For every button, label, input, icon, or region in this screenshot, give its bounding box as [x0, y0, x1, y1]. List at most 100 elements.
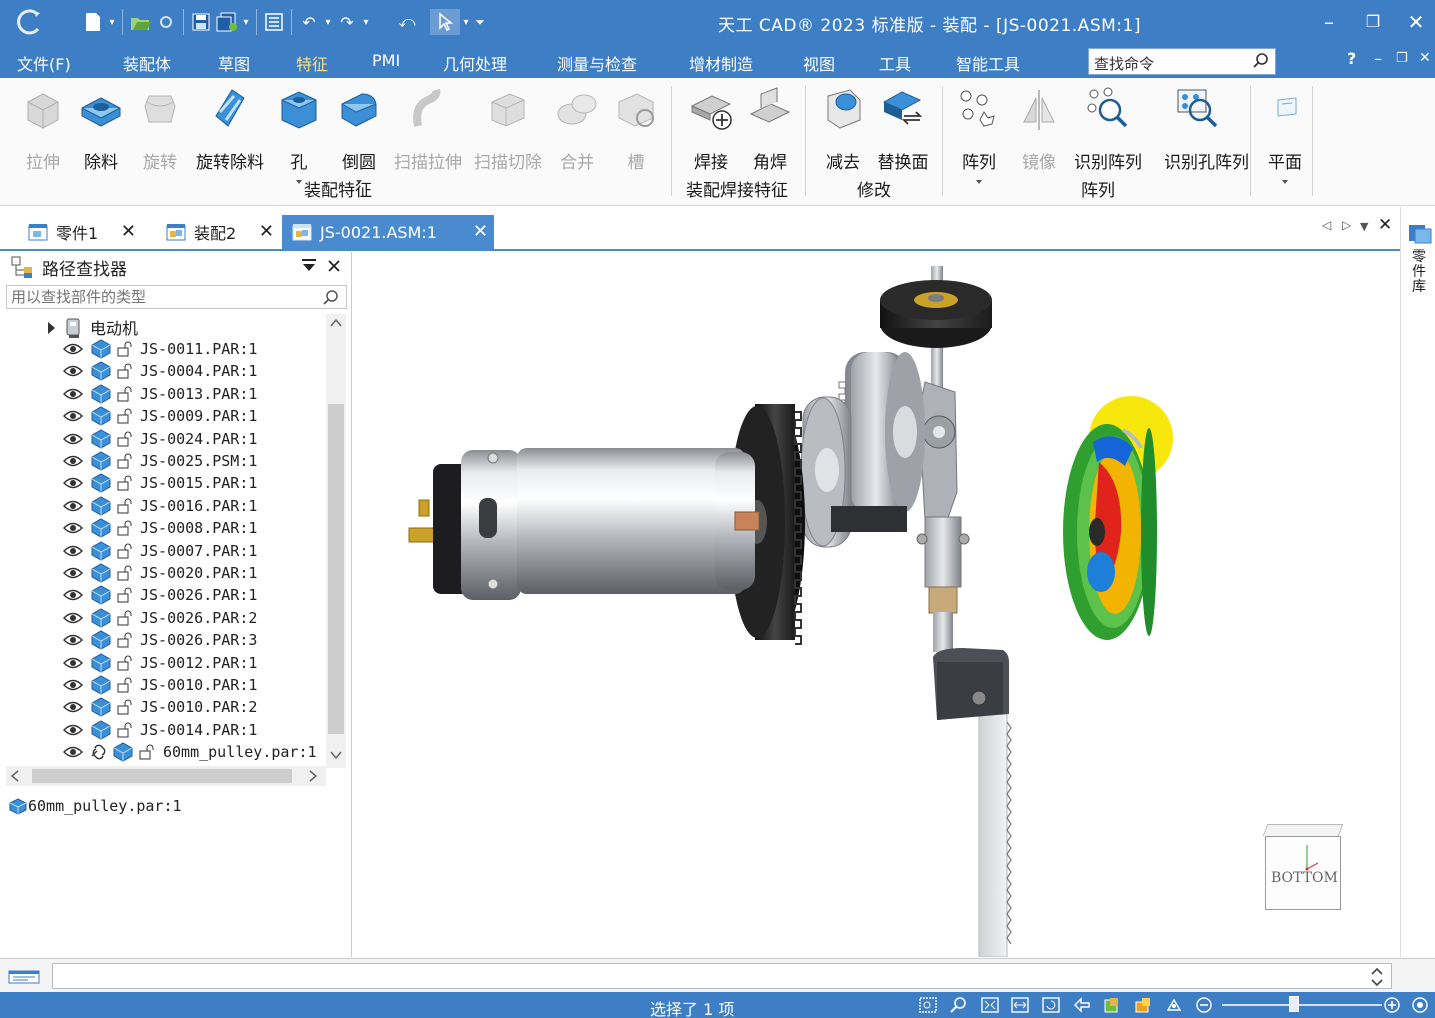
- tree-item-row[interactable]: JS-0007.PAR:1: [0, 540, 325, 562]
- revolved-cutout-button[interactable]: 旋转除料: [196, 86, 264, 173]
- menu-features[interactable]: 特征: [279, 51, 345, 83]
- visibility-eye-icon[interactable]: [63, 342, 83, 356]
- visibility-eye-icon[interactable]: [63, 656, 83, 670]
- tree-item-row[interactable]: JS-0013.PAR:1: [0, 383, 325, 405]
- display-style-icon[interactable]: [1133, 996, 1153, 1014]
- search-icon[interactable]: [1252, 52, 1270, 70]
- command-input[interactable]: [52, 963, 1392, 989]
- assembly-model[interactable]: [353, 252, 1400, 957]
- visibility-eye-icon[interactable]: [63, 588, 83, 602]
- horizontal-scroll-thumb[interactable]: [32, 769, 292, 783]
- pulley-60mm[interactable]: [1063, 396, 1173, 640]
- view-cube-top-face[interactable]: [1262, 824, 1344, 836]
- tree-item-row[interactable]: JS-0010.PAR:2: [0, 696, 325, 718]
- restore-button[interactable]: ❐: [1358, 8, 1388, 36]
- weld-button[interactable]: 焊接: [678, 86, 744, 173]
- tree-item-row[interactable]: JS-0020.PAR:1: [0, 562, 325, 584]
- revolve-button[interactable]: 旋转: [127, 86, 193, 173]
- slot-button[interactable]: 槽: [603, 86, 669, 173]
- visibility-eye-icon[interactable]: [63, 476, 83, 490]
- scroll-left-icon[interactable]: [10, 770, 20, 782]
- pattern-dropdown-icon[interactable]: [976, 180, 982, 184]
- slider-block[interactable]: [933, 648, 1009, 720]
- zoom-icon[interactable]: [949, 996, 969, 1014]
- command-history-spinner-icon[interactable]: [1370, 966, 1384, 988]
- tab-prev-icon[interactable]: ◁: [1322, 218, 1331, 232]
- fillet-weld-button[interactable]: 角焊: [737, 86, 803, 173]
- tab-js-0021-asm[interactable]: JS-0021.ASM:1 ✕: [282, 215, 494, 249]
- unlocked-icon[interactable]: [116, 587, 134, 603]
- visibility-eye-icon[interactable]: [63, 723, 83, 737]
- tab-next-icon[interactable]: ▷: [1342, 218, 1351, 232]
- menu-view[interactable]: 视图: [803, 51, 835, 75]
- menu-sketch[interactable]: 草图: [218, 51, 250, 75]
- rotate-view-icon[interactable]: [1041, 996, 1061, 1014]
- unlocked-icon[interactable]: [116, 655, 134, 671]
- unlocked-icon[interactable]: [116, 632, 134, 648]
- tree-vertical-scrollbar[interactable]: [326, 314, 346, 768]
- properties-icon[interactable]: [261, 9, 287, 35]
- tree-item-row[interactable]: JS-0026.PAR:2: [0, 607, 325, 629]
- part-library-icon[interactable]: [1407, 221, 1433, 245]
- dc-motor[interactable]: [408, 448, 760, 600]
- tab-list-icon[interactable]: ▼: [1360, 220, 1368, 233]
- menu-smart-tools[interactable]: 智能工具: [956, 51, 1020, 75]
- recognize-pattern-button[interactable]: 识别阵列: [1074, 86, 1142, 173]
- visibility-eye-icon[interactable]: [63, 454, 83, 468]
- visibility-eye-icon[interactable]: [63, 387, 83, 401]
- zoom-out-icon[interactable]: [1194, 996, 1214, 1014]
- unlocked-icon[interactable]: [116, 543, 134, 559]
- shaded-view-icon[interactable]: [1102, 996, 1122, 1014]
- customize-toolbar-icon[interactable]: ⏷: [472, 9, 488, 35]
- visibility-eye-icon[interactable]: [63, 700, 83, 714]
- visibility-eye-icon[interactable]: [63, 745, 83, 759]
- visibility-eye-icon[interactable]: [63, 432, 83, 446]
- tab-assembly2[interactable]: 装配2 ✕: [156, 215, 280, 249]
- menu-inspect[interactable]: 测量与检查: [557, 51, 637, 75]
- settings-icon[interactable]: [1410, 996, 1430, 1014]
- part-search-field[interactable]: [6, 285, 347, 309]
- zoom-area-icon[interactable]: [918, 996, 938, 1014]
- round-button[interactable]: 倒圆: [326, 86, 392, 184]
- tree-item-row[interactable]: JS-0014.PAR:1: [0, 719, 325, 741]
- close-button[interactable]: ✕: [1401, 8, 1431, 36]
- doc-restore-button[interactable]: ❐: [1396, 51, 1408, 66]
- previous-view-icon[interactable]: [1072, 996, 1092, 1014]
- save-icon[interactable]: [188, 9, 214, 35]
- tab-close-icon[interactable]: ✕: [121, 221, 136, 242]
- tree-item-row[interactable]: JS-0026.PAR:3: [0, 629, 325, 651]
- tree-item-row[interactable]: 60mm_pulley.par:1: [0, 741, 325, 763]
- menu-geometry[interactable]: 几何处理: [443, 51, 507, 75]
- unlocked-icon[interactable]: [116, 431, 134, 447]
- new-file-icon[interactable]: [80, 9, 106, 35]
- panel-close-icon[interactable]: [326, 258, 342, 274]
- undo-dropdown-icon[interactable]: ▾: [322, 9, 334, 35]
- tree-item-row[interactable]: JS-0010.PAR:1: [0, 674, 325, 696]
- tree-item-row[interactable]: JS-0009.PAR:1: [0, 405, 325, 427]
- replace-face-button[interactable]: 替换面: [870, 86, 936, 173]
- menu-assembly[interactable]: 装配体: [123, 51, 171, 75]
- plane-dropdown-icon[interactable]: [1282, 180, 1288, 184]
- tab-close-icon[interactable]: ✕: [473, 221, 488, 242]
- tree-item-row[interactable]: JS-0008.PAR:1: [0, 517, 325, 539]
- tree-item-row[interactable]: JS-0012.PAR:1: [0, 652, 325, 674]
- tree-root-row[interactable]: 电动机: [0, 316, 325, 338]
- unlocked-icon[interactable]: [138, 744, 156, 760]
- save-all-icon[interactable]: [214, 9, 240, 35]
- doc-minimize-button[interactable]: –: [1374, 49, 1382, 68]
- panel-options-icon[interactable]: [300, 258, 318, 274]
- unlocked-icon[interactable]: [116, 498, 134, 514]
- scroll-up-icon[interactable]: [330, 318, 342, 328]
- hole-button[interactable]: 孔: [266, 86, 332, 184]
- tree-item-row[interactable]: JS-0015.PAR:1: [0, 472, 325, 494]
- tree-item-row[interactable]: JS-0004.PAR:1: [0, 360, 325, 382]
- plane-button[interactable]: 平面: [1252, 86, 1318, 184]
- part-library-tab[interactable]: 零件库: [1412, 250, 1428, 295]
- redo-dropdown-icon[interactable]: ▾: [360, 9, 372, 35]
- visibility-eye-icon[interactable]: [63, 633, 83, 647]
- unlocked-icon[interactable]: [116, 520, 134, 536]
- tree-item-row[interactable]: JS-0026.PAR:1: [0, 584, 325, 606]
- expand-arrow-icon[interactable]: [46, 321, 56, 335]
- help-button[interactable]: ?: [1347, 49, 1356, 68]
- zoom-slider-track[interactable]: [1222, 1004, 1382, 1006]
